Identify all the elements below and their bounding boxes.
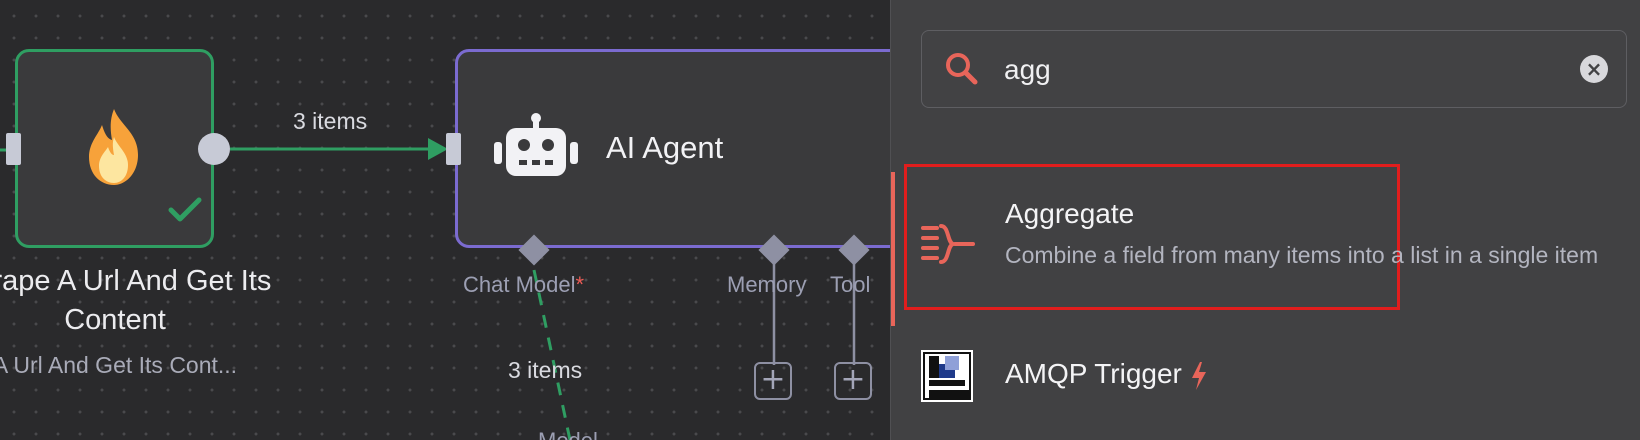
active-indicator — [891, 172, 895, 326]
agent-node-title: AI Agent — [606, 130, 724, 165]
search-box[interactable]: × — [921, 30, 1627, 108]
scrape-node-subtitle: A Url And Get Its Cont... — [0, 352, 238, 378]
add-memory-button[interactable]: + — [754, 362, 792, 400]
main-connection-label: 3 items — [293, 108, 368, 134]
main-connection-arrow — [428, 138, 448, 160]
required-mark: * — [575, 272, 585, 297]
robot-icon — [494, 113, 578, 176]
fire-icon — [89, 109, 138, 185]
scrape-output-handle[interactable] — [198, 133, 230, 165]
search-input[interactable] — [1002, 45, 1546, 95]
tool-label: Tool — [830, 272, 871, 297]
amqp-icon — [921, 350, 973, 402]
result-item-aggregate[interactable]: Aggregate Combine a field from many item… — [891, 164, 1640, 326]
model-connection-label: 3 items — [508, 357, 583, 383]
node-creator-panel: × Aggregate Combine a field from many it… — [890, 0, 1640, 440]
memory-label: Memory — [727, 272, 807, 297]
aggregate-icon — [921, 224, 975, 264]
chat-model-label: Chat Model* — [463, 272, 585, 297]
result-title: AMQP Trigger — [1005, 358, 1208, 390]
search-icon — [946, 53, 978, 85]
highlight-box — [904, 164, 1400, 310]
clear-icon[interactable]: × — [1580, 55, 1608, 83]
workflow-canvas[interactable]: Scrape A Url And Get Its Content A Url A… — [0, 0, 890, 440]
scrape-node[interactable] — [15, 49, 214, 248]
result-description: Combine a field from many items into a l… — [1005, 242, 1599, 268]
truncated-label: Model — [538, 428, 598, 440]
result-title: Aggregate — [1005, 198, 1135, 229]
bolt-icon — [1191, 361, 1206, 390]
scrape-input-handle[interactable] — [6, 133, 21, 165]
check-icon — [168, 197, 202, 222]
agent-input-handle[interactable] — [446, 133, 461, 165]
add-tool-button[interactable]: + — [834, 362, 872, 400]
scrape-node-title: Scrape A Url And Get Its Content — [0, 265, 272, 336]
result-item-amqp-trigger[interactable]: AMQP Trigger — [891, 346, 1640, 406]
